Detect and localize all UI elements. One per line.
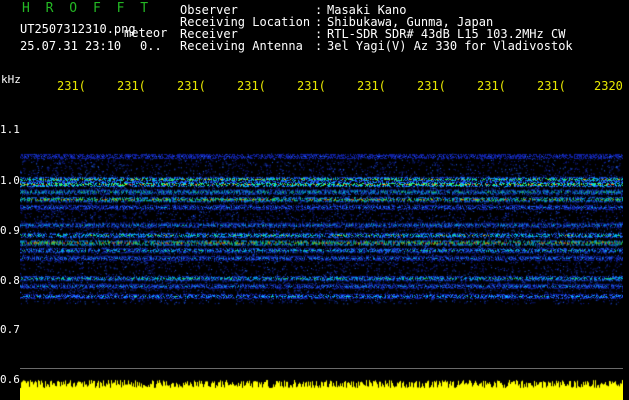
timestamp-label: 25.07.31 23:10 [20, 39, 122, 53]
spectrogram-canvas [20, 100, 623, 368]
x-tick-2: 231( [117, 79, 146, 93]
x-tick-10: 2320 [594, 79, 623, 93]
noise-level-strip [20, 370, 623, 400]
brand-title: H R O F F T [22, 1, 153, 16]
x-tick-8: 231( [477, 79, 506, 93]
x-tick-5: 231( [297, 79, 326, 93]
antenna-label: Receiving Antenna [180, 39, 303, 53]
antenna-value: 3el Yagi(V) Az 330 for Vladivostok [327, 39, 573, 53]
detection-type-label: meteor [124, 26, 168, 40]
y-tick-1-1: 1.1 [0, 123, 20, 136]
x-tick-3: 231( [177, 79, 206, 93]
antenna-separator: : [315, 39, 323, 53]
hrofft-window: H R O F F T UT2507312310.png meteor 25.0… [0, 0, 629, 400]
x-tick-9: 231( [537, 79, 566, 93]
y-tick-0-8: 0.8 [0, 274, 20, 287]
spectrogram-plot [20, 100, 623, 390]
y-axis-unit: kHz [1, 73, 21, 86]
y-tick-0-9: 0.9 [0, 224, 20, 237]
y-tick-0-6: 0.6 [0, 373, 20, 386]
x-tick-7: 231( [417, 79, 446, 93]
percent-label: 0.. [140, 39, 162, 53]
x-tick-6: 231( [357, 79, 386, 93]
noise-baseline [20, 368, 623, 369]
y-tick-1-0: 1.0 [0, 174, 20, 187]
x-tick-4: 231( [237, 79, 266, 93]
x-tick-1: 231( [57, 79, 86, 93]
filename-label: UT2507312310.png [20, 22, 136, 36]
y-tick-0-7: 0.7 [0, 323, 20, 336]
